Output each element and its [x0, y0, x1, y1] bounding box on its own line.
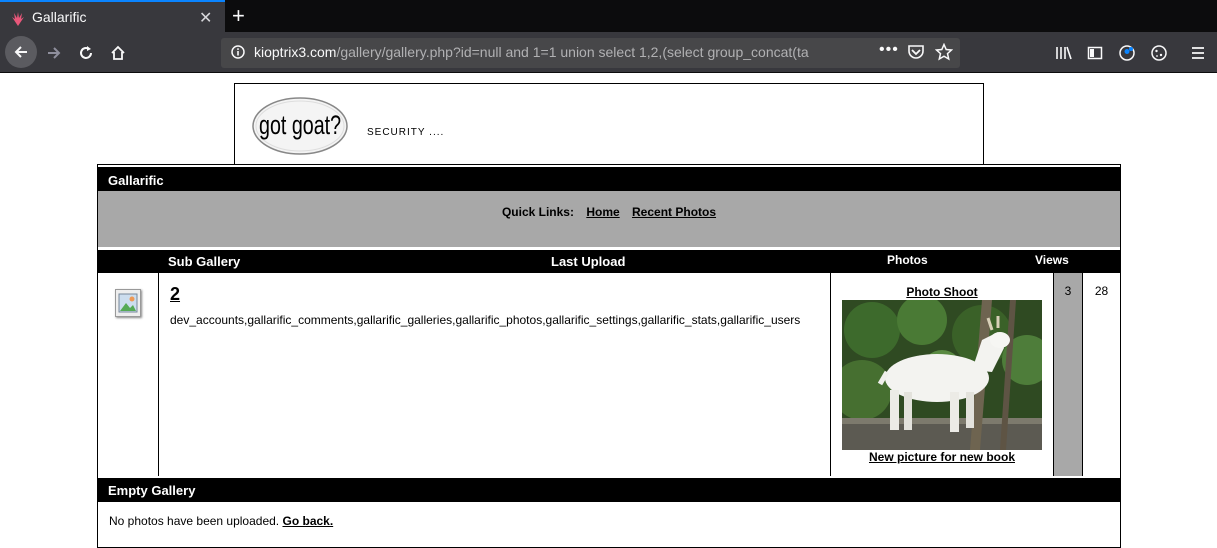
empty-gallery-header: Empty Gallery [98, 478, 1120, 502]
empty-gallery-message: No photos have been uploaded. Go back. [109, 514, 333, 528]
sidebar-button[interactable] [1080, 38, 1110, 68]
go-back-link[interactable]: Go back. [282, 514, 333, 528]
photo-caption-link[interactable]: New picture for new book [831, 450, 1053, 464]
gallery-icon-cell [98, 273, 159, 476]
home-icon [111, 45, 125, 60]
pocket-icon[interactable] [907, 44, 925, 65]
table-header: Sub Gallery Last Upload Photos Views [98, 250, 1120, 273]
recent-photos-link[interactable]: Recent Photos [632, 205, 716, 219]
back-button[interactable] [5, 36, 37, 68]
nav-toolbar: kioptrix3.com/gallery/gallery.php?id=nul… [0, 32, 1217, 73]
last-upload-cell: Photo Shoot New picture for new book [831, 273, 1053, 476]
reload-icon [80, 46, 92, 59]
home-button[interactable] [103, 38, 133, 68]
gallery-description: dev_accounts,gallarific_comments,gallari… [170, 313, 801, 327]
table-row: 2 dev_accounts,gallarific_comments,galla… [98, 273, 1120, 476]
page-actions-more-icon[interactable]: ••• [879, 41, 899, 59]
library-button[interactable] [1049, 38, 1079, 68]
empty-message-text: No photos have been uploaded. [109, 514, 280, 528]
quick-links-label: Quick Links: [501, 205, 574, 219]
url-host: kioptrix3.com [254, 44, 337, 60]
page-content: got goat? SECURITY .... Gallarific Quick… [0, 74, 1217, 548]
sidebar-icon [1087, 46, 1103, 60]
column-header-last-upload: Last Upload [551, 254, 626, 269]
site-info-icon[interactable] [231, 45, 245, 64]
photo-title-link[interactable]: Photo Shoot [831, 285, 1053, 299]
got-goat-logo: got goat? [251, 96, 349, 161]
bookmark-star-icon[interactable] [934, 42, 954, 66]
url-text[interactable]: kioptrix3.com/gallery/gallery.php?id=nul… [254, 44, 844, 60]
gallery-panel: Gallarific Quick Links: Home Recent Phot… [97, 164, 1121, 548]
arrow-left-icon [14, 46, 27, 58]
goat-photo[interactable] [832, 295, 1052, 450]
forward-button[interactable] [39, 38, 69, 68]
views-count: 28 [1094, 284, 1109, 298]
close-tab-icon[interactable]: ✕ [199, 8, 212, 28]
reload-button[interactable] [71, 38, 101, 68]
gallery-name-link[interactable]: 2 [170, 284, 180, 305]
hamburger-menu-icon [1192, 47, 1204, 59]
new-tab-icon[interactable]: + [232, 3, 245, 29]
arrow-right-icon [48, 47, 61, 59]
account-icon [1119, 45, 1135, 61]
photos-count: 3 [1053, 273, 1083, 476]
column-header-photos: Photos [887, 253, 928, 267]
library-icon [1056, 46, 1072, 60]
account-button[interactable] [1112, 38, 1142, 68]
tagline: SECURITY .... [367, 127, 445, 138]
logo-text: got goat? [259, 110, 341, 140]
address-bar[interactable]: kioptrix3.com/gallery/gallery.php?id=nul… [221, 38, 960, 68]
gallery-name-cell: 2 dev_accounts,gallarific_comments,galla… [159, 273, 831, 476]
home-link[interactable]: Home [586, 205, 619, 219]
quick-links-bar: Quick Links: Home Recent Photos [98, 191, 1120, 247]
site-banner: got goat? SECURITY .... [234, 83, 984, 165]
menu-button[interactable] [1183, 38, 1213, 68]
gallarific-favicon-icon [10, 11, 26, 32]
extension-button[interactable] [1144, 38, 1174, 68]
browser-tab[interactable]: Gallarific ✕ [0, 0, 225, 32]
gallery-header: Gallarific [98, 167, 1120, 191]
tab-strip: Gallarific ✕ + [0, 0, 1217, 32]
column-header-sub-gallery: Sub Gallery [168, 254, 241, 269]
tab-title: Gallarific [32, 9, 87, 25]
cookie-icon [1151, 45, 1167, 61]
column-header-views: Views [1035, 253, 1069, 267]
gallery-image-icon[interactable] [115, 289, 141, 317]
url-path: /gallery/gallery.php?id=null and 1=1 uni… [336, 44, 809, 60]
